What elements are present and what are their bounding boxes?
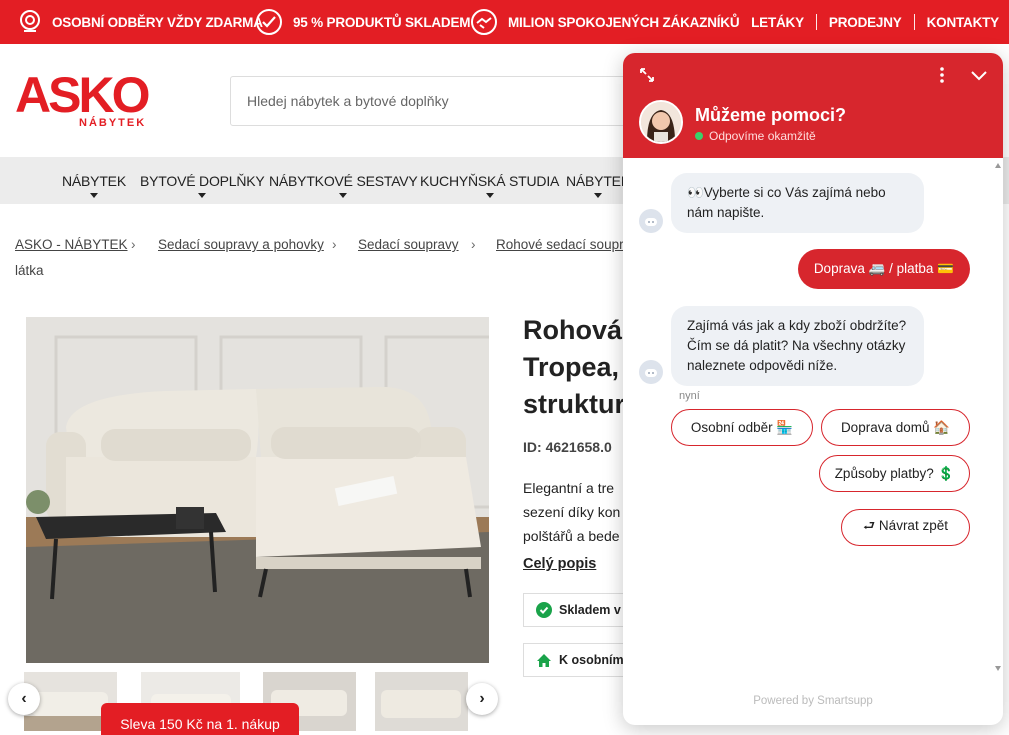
logo-subtext: NÁBYTEK: [79, 117, 147, 129]
product-description: Elegantní a tre sezení díky kon polštářů…: [523, 476, 623, 548]
quick-reply-navrat-zpet[interactable]: ⮐ Návrat zpět: [841, 509, 970, 546]
search-input[interactable]: Hledej nábytek a bytové doplňky: [230, 76, 650, 126]
bot-avatar-icon: [639, 360, 663, 384]
chat-status: Odpovíme okamžitě: [695, 129, 816, 143]
divider: [913, 14, 915, 30]
benefit-label: 95 % PRODUKTŮ SKLADEM: [293, 14, 471, 30]
link-prodejny[interactable]: PRODEJNY: [817, 15, 914, 30]
handshake-icon: [471, 9, 497, 35]
logo-text: ASKO: [15, 67, 150, 123]
title-line: Rohová: [523, 315, 623, 345]
divider: [815, 14, 817, 30]
desc-line: Elegantní a tre: [523, 480, 615, 496]
top-benefits-bar: OSOBNÍ ODBĚRY VŽDY ZDARMA 95 % PRODUKTŮ …: [0, 0, 1009, 44]
title-line: Tropea,: [523, 352, 620, 382]
asko-logo[interactable]: ASKO NÁBYTEK: [15, 67, 150, 129]
online-dot-icon: [695, 132, 703, 140]
checkmark-circle-icon: [256, 9, 282, 35]
desc-line: sezení díky kon: [523, 504, 621, 520]
nav-item-nabytek-2[interactable]: NÁBYTEK: [566, 157, 630, 204]
agent-avatar: [639, 100, 683, 144]
chevron-left-icon: ‹: [21, 690, 27, 707]
stock-label: Skladem v: [559, 603, 621, 617]
chat-scrollbar[interactable]: [993, 158, 1003, 678]
top-links: LETÁKY PRODEJNY KONTAKTY: [739, 0, 999, 44]
check-circle-icon: [536, 602, 552, 618]
chat-header: Můžeme pomoci? Odpovíme okamžitě: [623, 53, 1003, 158]
link-letaky[interactable]: LETÁKY: [739, 15, 816, 30]
benefit-customers[interactable]: MILION SPOKOJENÝCH ZÁKAZNÍKŮ: [470, 0, 740, 44]
chat-widget: Můžeme pomoci? Odpovíme okamžitě 👀Vybert…: [623, 53, 1003, 725]
benefit-in-stock[interactable]: 95 % PRODUKTŮ SKLADEM: [255, 0, 471, 44]
breadcrumb-item[interactable]: ASKO - NÁBYTEK: [15, 232, 128, 258]
desc-line: polštářů a bede: [523, 528, 620, 544]
status-label: Odpovíme okamžitě: [709, 129, 816, 143]
id-label: ID:: [523, 439, 542, 455]
expand-icon[interactable]: [639, 67, 655, 83]
stock-status[interactable]: Skladem v: [523, 593, 633, 627]
chevron-down-icon[interactable]: [971, 71, 987, 81]
breadcrumb-item[interactable]: Sedací soupravy: [358, 232, 459, 258]
breadcrumb-item[interactable]: Sedací soupravy a pohovky: [158, 232, 324, 258]
bot-avatar-icon: [639, 209, 663, 233]
message-time: nyní: [679, 390, 700, 402]
bot-message: Zajímá vás jak a kdy zboží obdržíte? Čím…: [671, 306, 924, 386]
nav-item-bytove-doplnky[interactable]: BYTOVÉ DOPLŇKY: [140, 157, 265, 204]
nav-item-kuchynska-studia[interactable]: KUCHYŇSKÁ STUDIA: [420, 157, 559, 204]
benefit-label: OSOBNÍ ODBĚRY VŽDY ZDARMA: [52, 14, 263, 30]
quick-reply-osobni-odber[interactable]: Osobní odběr 🏪: [671, 409, 813, 446]
promo-discount-tab[interactable]: Sleva 150 Kč na 1. nákup: [101, 703, 299, 735]
home-icon: [537, 653, 551, 667]
benefit-label: MILION SPOKOJENÝCH ZÁKAZNÍKŮ: [508, 14, 740, 30]
title-line: struktur: [523, 389, 626, 419]
chat-title: Můžeme pomoci?: [695, 105, 847, 125]
gallery-prev-button[interactable]: ‹: [8, 683, 40, 715]
promo-label: Sleva 150 Kč na 1. nákup: [120, 716, 280, 732]
breadcrumb-tail: látka: [15, 263, 44, 278]
nav-item-nabytek[interactable]: NÁBYTEK: [62, 157, 126, 204]
gallery-next-button[interactable]: ›: [466, 683, 498, 715]
link-kontakty[interactable]: KONTAKTY: [915, 15, 1000, 30]
chevron-right-icon: ›: [332, 237, 337, 252]
location-pin-icon: [20, 10, 40, 32]
search-placeholder: Hledej nábytek a bytové doplňky: [247, 93, 449, 109]
product-title: Rohová Tropea, struktur: [523, 312, 633, 423]
quick-reply-zpusoby-platby[interactable]: Způsoby platby? 💲: [819, 455, 970, 492]
pickup-label: K osobnímu: [559, 653, 632, 667]
powered-by[interactable]: Powered by Smartsupp: [623, 695, 1003, 707]
full-description-link[interactable]: Celý popis: [523, 556, 596, 572]
sofa-photo: [26, 317, 489, 663]
id-value: 4621658.0: [545, 439, 612, 455]
thumbnail[interactable]: [375, 672, 468, 731]
product-main-image[interactable]: [26, 317, 489, 663]
bot-message: 👀Vyberte si co Vás zajímá nebo nám napiš…: [671, 173, 924, 233]
chevron-right-icon: ›: [131, 237, 136, 252]
nav-item-nabytkove-sestavy[interactable]: NÁBYTKOVÉ SESTAVY: [269, 157, 418, 204]
quick-reply-doprava-domu[interactable]: Doprava domů 🏠: [821, 409, 970, 446]
product-id: ID: 4621658.0: [523, 439, 623, 455]
thumbnail-image: [375, 672, 468, 731]
breadcrumb-item[interactable]: Rohové sedací soupra: [496, 232, 631, 258]
user-message: Doprava 🚐 / platba 💳: [797, 249, 970, 289]
chevron-right-icon: ›: [471, 237, 476, 252]
pickup-status[interactable]: K osobnímu: [523, 643, 633, 677]
more-options-icon[interactable]: [939, 67, 945, 83]
benefit-free-pickup[interactable]: OSOBNÍ ODBĚRY VŽDY ZDARMA: [18, 0, 263, 44]
chevron-right-icon: ›: [479, 690, 485, 707]
